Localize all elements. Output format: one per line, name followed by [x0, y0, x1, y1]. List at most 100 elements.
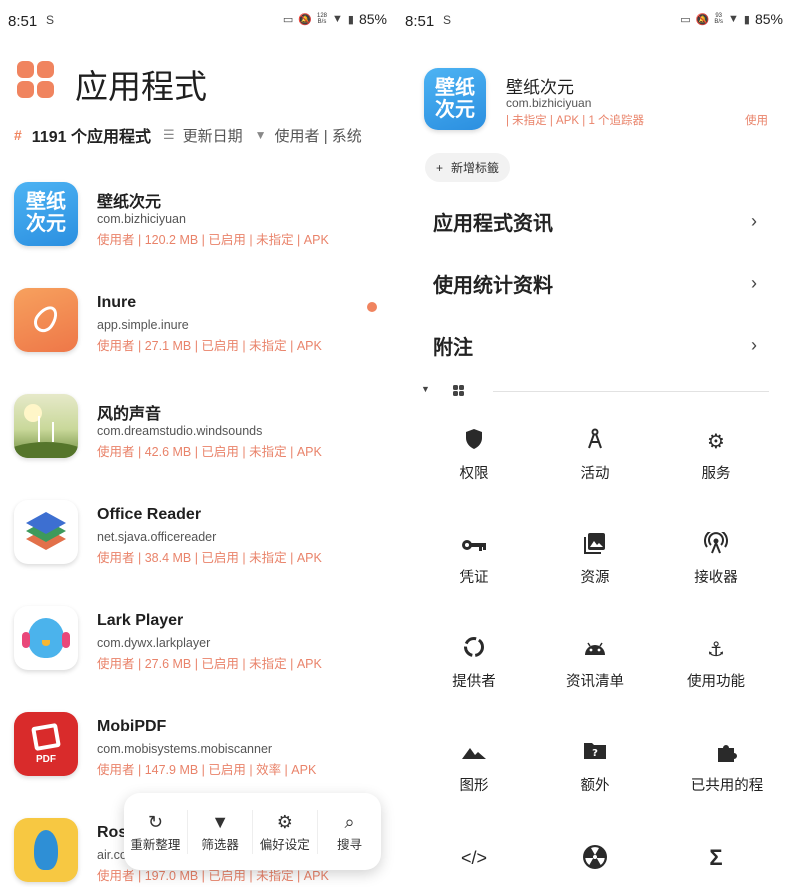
- chevron-right-icon: ›: [751, 210, 757, 231]
- list-item[interactable]: Office Reader net.sjava.officereader 使用者…: [0, 500, 397, 606]
- section-label: 使用统计资料: [433, 272, 553, 297]
- app-meta: 使用者 | 27.1 MB | 已启用 | 未指定 | APK: [97, 339, 322, 353]
- net-speed: 128 B/s: [317, 13, 328, 25]
- feature-sigma[interactable]: Σ: [661, 844, 771, 887]
- app-list: 壁纸 次元 壁纸次元 com.bizhiciyuan 使用者 | 120.2 MB…: [0, 182, 397, 887]
- preferences-label: 偏好设定: [259, 838, 310, 852]
- section-usage-stats[interactable]: 使用统计资料 ›: [433, 268, 757, 298]
- radiation-icon: [582, 844, 608, 872]
- loading-ring-icon: [463, 636, 485, 664]
- folder-question-icon: ?: [583, 740, 607, 768]
- battery-icon: ▮: [347, 13, 354, 26]
- section-app-info[interactable]: 应用程式资讯 ›: [433, 206, 757, 236]
- anchor-icon: ⚓: [707, 639, 725, 661]
- wifi-icon: ▼: [332, 13, 343, 25]
- feature-uses-features[interactable]: ⚓ 使用功能: [661, 636, 771, 706]
- feature-manifest[interactable]: 资讯清单: [540, 636, 650, 706]
- bell-off-icon: 🔕: [695, 13, 710, 26]
- app-meta-tail: 使用: [737, 112, 768, 128]
- divider: [493, 391, 769, 392]
- antenna-icon: [704, 528, 728, 560]
- features-header[interactable]: ▼: [421, 384, 769, 398]
- image-icon: [584, 532, 606, 560]
- feature-permissions[interactable]: 权限: [419, 428, 529, 498]
- puzzle-icon: [715, 740, 739, 768]
- wifi-icon: ▼: [728, 13, 739, 25]
- add-tag-chip[interactable]: + 新增标籤: [425, 153, 511, 182]
- filter-label[interactable]: 使用者 | 系统: [275, 125, 362, 146]
- android-icon: [583, 636, 607, 664]
- grid-icon: [453, 385, 464, 396]
- feature-providers[interactable]: 提供者: [419, 636, 529, 706]
- code-icon: </>: [460, 848, 488, 868]
- app-meta: 使用者 | 120.2 MB | 已启用 | 未指定 | APK: [97, 233, 329, 247]
- app-name: 壁纸次元: [97, 194, 162, 211]
- sort-label[interactable]: 更新日期: [183, 125, 243, 146]
- app-meta: | 未指定 | APK | 1 个追踪器: [506, 115, 645, 127]
- feature-resources[interactable]: 资源: [540, 532, 650, 602]
- rosetta-icon: [14, 818, 78, 882]
- app-name: 壁纸次元: [506, 78, 574, 97]
- list-item[interactable]: Lark Player com.dywx.larkplayer 使用者 | 27…: [0, 606, 397, 712]
- app-name: MobiPDF: [97, 718, 167, 735]
- hash-icon: #: [14, 127, 22, 143]
- list-item[interactable]: 风的声音 com.dreamstudio.windsounds 使用者 | 42…: [0, 394, 397, 500]
- filter-small-icon[interactable]: ▼: [255, 128, 267, 142]
- feature-code[interactable]: </>: [419, 844, 529, 887]
- bizhiciyuan-icon: 壁纸 次元: [424, 68, 486, 130]
- section-notes[interactable]: 附注 ›: [433, 330, 757, 360]
- app-package: air.co: [97, 848, 127, 862]
- key-icon: [461, 532, 487, 560]
- app-meta-marquee: | 未指定 | APK | 1 个追踪器 使用: [506, 112, 768, 128]
- battery-icon: ▮: [743, 13, 750, 26]
- divider: [316, 809, 318, 854]
- app-package: com.mobisystems.mobiscanner: [97, 742, 273, 756]
- feature-receivers[interactable]: 接收器: [661, 528, 771, 602]
- search-icon: ⌕: [344, 812, 355, 832]
- feature-graphics[interactable]: 图形: [419, 740, 529, 810]
- windmill-icon: [14, 394, 78, 458]
- divider: [187, 809, 189, 854]
- app-name: Lark Player: [97, 612, 184, 629]
- feature-certificates[interactable]: 凭证: [419, 532, 529, 602]
- chevron-right-icon: ›: [751, 334, 757, 355]
- refresh-button[interactable]: ↻ 重新整理: [124, 810, 186, 853]
- lark-player-icon: [14, 606, 78, 670]
- search-button[interactable]: ⌕ 搜寻: [318, 810, 380, 853]
- mobipdf-icon: PDF: [14, 712, 78, 776]
- list-item[interactable]: Inure app.simple.inure 使用者 | 27.1 MB | 已…: [0, 288, 397, 394]
- filter-button[interactable]: ▼ 筛选器: [189, 810, 251, 853]
- feature-trackers[interactable]: [540, 844, 650, 887]
- office-reader-icon: [14, 500, 78, 564]
- sort-icon[interactable]: ☰: [163, 127, 175, 143]
- section-label: 应用程式资讯: [433, 210, 553, 235]
- status-time: 8:51: [8, 13, 38, 30]
- mountain-icon: [461, 740, 487, 768]
- app-package: com.bizhiciyuan: [506, 96, 592, 110]
- caret-down-icon[interactable]: ▼: [421, 384, 430, 394]
- svg-text:?: ?: [592, 748, 598, 759]
- feature-services[interactable]: ⚙ 服务: [661, 428, 771, 498]
- shield-icon: [464, 428, 484, 456]
- app-name: Ros: [97, 824, 128, 841]
- app-meta: 使用者 | 27.6 MB | 已启用 | 未指定 | APK: [97, 657, 322, 671]
- app-name: Office Reader: [97, 506, 202, 523]
- battery-percent: 85%: [754, 11, 783, 27]
- info-badge-icon: [367, 302, 377, 312]
- feature-extras[interactable]: ? 额外: [540, 740, 650, 810]
- app-name: Inure: [97, 294, 137, 311]
- section-label: 附注: [433, 334, 473, 359]
- list-item[interactable]: 壁纸 次元 壁纸次元 com.bizhiciyuan 使用者 | 120.2 MB…: [0, 182, 397, 288]
- cast-icon: ▭: [680, 13, 691, 26]
- feature-shared-libs[interactable]: 已共用的程: [661, 740, 793, 810]
- bottom-action-bar: ↻ 重新整理 ▼ 筛选器 ⚙ 偏好设定 ⌕ 搜寻: [124, 793, 381, 870]
- app-logo-icon: [17, 61, 55, 99]
- app-package: com.dreamstudio.windsounds: [97, 424, 263, 438]
- sim-icon: S: [443, 13, 452, 27]
- feature-activities[interactable]: 活动: [540, 428, 650, 498]
- compass-icon: [586, 428, 604, 456]
- status-time: 8:51: [405, 13, 435, 30]
- sigma-icon: Σ: [709, 845, 723, 870]
- battery-percent: 85%: [358, 11, 387, 27]
- preferences-button[interactable]: ⚙ 偏好设定: [254, 810, 316, 853]
